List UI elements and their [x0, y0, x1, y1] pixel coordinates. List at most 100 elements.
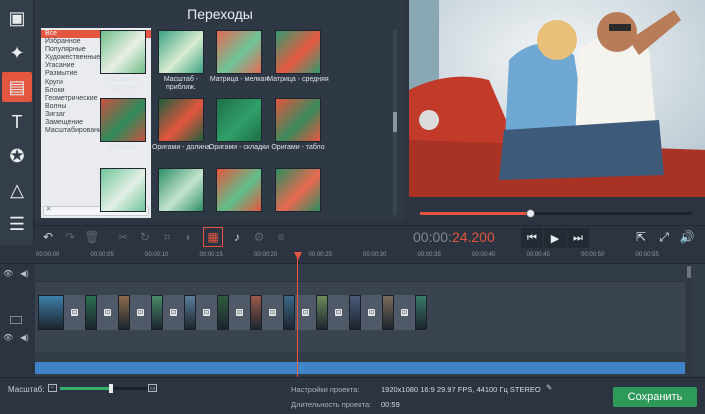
transition-thumbnail[interactable]: [158, 168, 204, 212]
transition-thumbnail[interactable]: [216, 168, 262, 212]
previous-icon[interactable]: ⏮: [521, 228, 543, 248]
video-clip[interactable]: [349, 295, 361, 330]
undo-icon[interactable]: ↶: [38, 227, 58, 247]
transition-thumbnail[interactable]: [275, 168, 321, 212]
rotate-icon[interactable]: ↻: [135, 227, 155, 247]
timeline-scrollbar[interactable]: [686, 264, 692, 376]
video-clip[interactable]: [184, 295, 196, 330]
transition-label: Масштаб - отдаление: [105, 76, 141, 91]
video-clip[interactable]: [415, 295, 427, 330]
delete-icon[interactable]: 🗑: [82, 227, 102, 247]
transition-thumbnail[interactable]: [158, 98, 204, 142]
clip-transition[interactable]: ⊡: [394, 295, 415, 330]
transition-thumbnail[interactable]: [275, 30, 321, 74]
track-visibility-icon[interactable]: 👁: [3, 269, 13, 278]
transition-thumbnail[interactable]: [100, 98, 146, 142]
more-tools-icon[interactable]: ☰: [2, 209, 32, 239]
play-icon[interactable]: ▶: [544, 228, 566, 248]
clip-transition[interactable]: ⊡: [163, 295, 184, 330]
shapes-icon[interactable]: △: [2, 175, 32, 205]
ruler-tick-label: 00:00:30: [363, 252, 387, 258]
transition-thumbnail[interactable]: [275, 98, 321, 142]
redo-icon[interactable]: ↷: [60, 227, 80, 247]
cut-icon[interactable]: ✂: [113, 227, 133, 247]
volume-icon[interactable]: 🔊: [677, 227, 697, 247]
main-track-mute-icon[interactable]: ◀): [20, 333, 29, 342]
crop-icon[interactable]: ⌗: [157, 227, 177, 247]
playhead[interactable]: [297, 252, 298, 377]
titles-icon[interactable]: T: [2, 107, 32, 137]
clip-transition[interactable]: ⊡: [130, 295, 151, 330]
overlay-track[interactable]: [35, 264, 685, 282]
next-icon[interactable]: ⏭: [567, 228, 589, 248]
track-mute-icon[interactable]: ◀): [20, 269, 29, 278]
export-icon[interactable]: ⇱: [631, 227, 651, 247]
video-clip[interactable]: [85, 295, 97, 330]
clip-transition[interactable]: ⊡: [97, 295, 118, 330]
video-preview: [409, 0, 705, 197]
ruler-tick-label: 00:00:50: [581, 252, 605, 258]
transition-badge-icon: ⊡: [202, 309, 211, 316]
transition-label: Мозаика: [109, 144, 137, 151]
clip-transition[interactable]: ⊡: [229, 295, 250, 330]
ruler-tick-label: 00:00:15: [199, 252, 223, 258]
video-clip[interactable]: [151, 295, 163, 330]
settings-gear-icon[interactable]: ⚙: [249, 227, 269, 247]
zoom-slider-knob[interactable]: [109, 384, 113, 393]
playback-progress-knob[interactable]: [526, 209, 535, 218]
transition-thumbnail[interactable]: [100, 30, 146, 74]
edit-settings-icon[interactable]: ✎: [546, 383, 552, 392]
transition-badge-icon: ⊡: [70, 309, 79, 316]
transition-badge-icon: ⊡: [103, 309, 112, 316]
clip-transition[interactable]: ⊡: [328, 295, 349, 330]
transition-label: Матрица - мелкая: [209, 76, 269, 83]
transitions-panel: Переходы Все Избранное Популярные Художеств…: [35, 0, 405, 220]
clip-transition[interactable]: ⊡: [295, 295, 316, 330]
clip-transition[interactable]: ⊡: [64, 295, 85, 330]
save-button[interactable]: Сохранить: [613, 387, 697, 407]
project-duration-label: Длительность проекта:: [291, 400, 372, 409]
zoom-slider-fill: [60, 387, 112, 390]
panel-title: Переходы: [187, 6, 253, 22]
playhead-handle[interactable]: [294, 252, 302, 260]
stickers-icon[interactable]: ✪: [2, 141, 32, 171]
microphone-icon[interactable]: ♪: [227, 227, 247, 247]
clip-transition[interactable]: ⊡: [361, 295, 382, 330]
transition-label: Оригами - табло: [271, 144, 325, 151]
video-clip[interactable]: [250, 295, 262, 330]
main-track-visibility-icon[interactable]: 👁: [3, 333, 13, 342]
transition-thumbnail[interactable]: [216, 30, 262, 74]
filters-wand-icon[interactable]: ✦: [2, 38, 32, 68]
transition-thumbnail[interactable]: [216, 98, 262, 142]
transition-thumbnail[interactable]: [158, 30, 204, 74]
transition-badge-icon: ⊡: [301, 309, 310, 316]
equalizer-icon[interactable]: ≡: [271, 227, 291, 247]
zoom-out-icon[interactable]: ▫: [48, 384, 57, 392]
zoom-in-icon[interactable]: ▭: [148, 384, 157, 392]
color-adjust-icon[interactable]: ◐: [179, 227, 199, 247]
project-duration-value: 00:59: [381, 400, 400, 409]
panel-scroll-thumb[interactable]: [393, 112, 397, 132]
import-media-icon[interactable]: ▣: [2, 3, 32, 33]
ruler-tick-label: 00:00:05: [90, 252, 114, 258]
timecode-prefix: 00:00:: [413, 229, 452, 245]
clip-transition[interactable]: ⊡: [196, 295, 217, 330]
tool-sidebar: ▣ ✦ ▤ T ✪ △ ☰: [0, 0, 34, 245]
timeline-scroll-thumb[interactable]: [687, 266, 691, 278]
clip-transition[interactable]: ⊡: [262, 295, 283, 330]
audio-track[interactable]: [35, 362, 685, 374]
project-settings-label: Настройки проекта:: [291, 385, 360, 394]
video-clip[interactable]: [283, 295, 295, 330]
transition-label: Оригами - долина: [151, 144, 211, 151]
video-clip[interactable]: [118, 295, 130, 330]
video-clip[interactable]: [316, 295, 328, 330]
fullscreen-icon[interactable]: ⤢: [654, 227, 674, 247]
transition-label: Матрица - средняя: [267, 76, 329, 83]
transitions-icon[interactable]: ▤: [2, 72, 32, 102]
video-clip[interactable]: [382, 295, 394, 330]
transition-badge-icon: ⊡: [235, 309, 244, 316]
video-clip[interactable]: [38, 295, 64, 330]
video-clip[interactable]: [217, 295, 229, 330]
transition-thumbnail[interactable]: [100, 168, 146, 212]
image-icon[interactable]: ▦: [203, 227, 223, 247]
